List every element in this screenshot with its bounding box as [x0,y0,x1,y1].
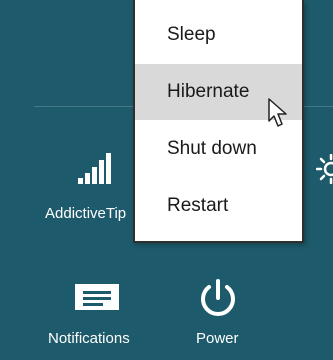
menu-item-shut-down[interactable]: Shut down [135,121,302,177]
menu-item-restart[interactable]: Restart [135,178,302,234]
network-tile-label[interactable]: AddictiveTip [45,205,126,222]
power-tile-label[interactable]: Power [196,330,239,347]
notifications-tile-label[interactable]: Notifications [48,330,130,347]
power-icon[interactable] [198,278,238,318]
notifications-icon[interactable] [75,284,119,310]
brightness-icon[interactable] [316,154,333,184]
mouse-pointer-icon [268,98,287,127]
signal-bars-icon[interactable] [78,152,114,184]
menu-item-sleep[interactable]: Sleep [135,7,302,63]
